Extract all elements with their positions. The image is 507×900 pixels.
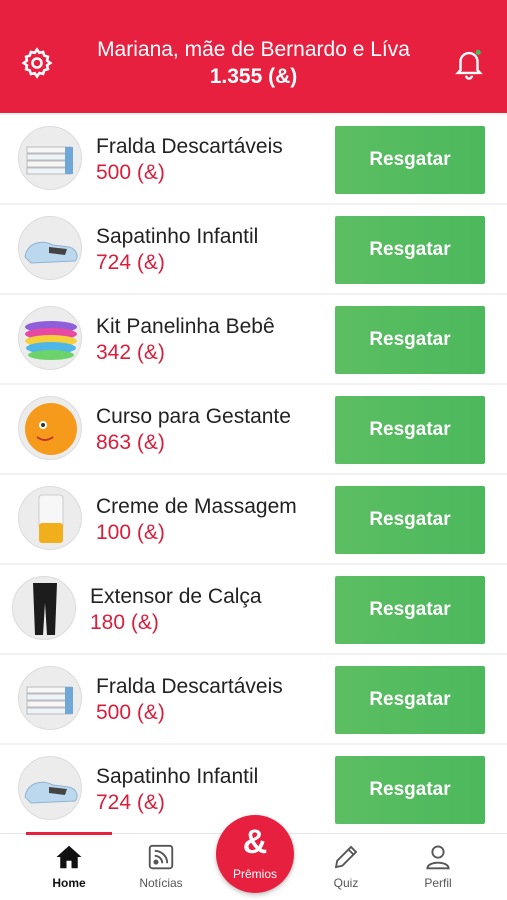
app-header: Mariana, mãe de Bernardo e Líva 1.355 (&… — [0, 0, 507, 113]
redeem-button[interactable]: Resgatar — [335, 396, 485, 464]
reward-price: 342 (&) — [96, 341, 165, 364]
redeem-button[interactable]: Resgatar — [335, 126, 485, 194]
reward-name: Sapatinho Infantil — [96, 225, 259, 248]
reward-name: Sapatinho Infantil — [96, 765, 259, 788]
news-feed-icon — [148, 844, 174, 870]
redeem-button[interactable]: Resgatar — [335, 666, 485, 734]
orange-ball-image — [18, 396, 82, 460]
reward-item: Curso para Gestante 863 (&) Resgatar — [0, 385, 507, 473]
cream-bottle-image — [18, 486, 82, 550]
reward-name: Extensor de Calça — [90, 585, 262, 608]
reward-name: Curso para Gestante — [96, 405, 291, 428]
baby-shoe-image — [18, 756, 82, 820]
reward-item: Sapatinho Infantil 724 (&) Resgatar — [0, 205, 507, 293]
diapers-image — [18, 666, 82, 730]
reward-item: Extensor de Calça 180 (&) Resgatar — [0, 565, 507, 653]
profile-person-icon — [426, 845, 450, 870]
redeem-button[interactable]: Resgatar — [335, 306, 485, 374]
premios-ampersand-icon: & — [242, 823, 268, 861]
user-greeting: Mariana, mãe de Bernardo e Líva — [97, 38, 410, 61]
pencil-icon — [334, 845, 358, 869]
redeem-button[interactable]: Resgatar — [335, 216, 485, 284]
reward-price: 180 (&) — [90, 611, 159, 634]
tab-label: Prêmios — [232, 867, 277, 881]
tab-label: Home — [52, 876, 86, 890]
reward-price: 724 (&) — [96, 791, 165, 814]
reward-price: 863 (&) — [96, 431, 165, 454]
reward-item: Fralda Descartáveis 500 (&) Resgatar — [0, 115, 507, 203]
reward-name: Kit Panelinha Bebê — [96, 315, 275, 338]
reward-price: 500 (&) — [96, 701, 165, 724]
reward-price: 500 (&) — [96, 161, 165, 184]
tab-noticias[interactable]: Notícias — [116, 834, 206, 900]
reward-item: Fralda Descartáveis 500 (&) Resgatar — [0, 655, 507, 743]
points-balance: 1.355 (&) — [209, 65, 298, 88]
reward-name: Creme de Massagem — [96, 495, 297, 518]
tab-perfil[interactable]: Perfil — [393, 834, 483, 900]
bowls-image — [18, 306, 82, 370]
leggings-image — [12, 576, 76, 640]
tab-label: Notícias — [139, 876, 183, 890]
tab-premios[interactable]: & Prêmios — [216, 815, 294, 893]
active-tab-indicator — [26, 832, 112, 835]
reward-price: 724 (&) — [96, 251, 165, 274]
redeem-button[interactable]: Resgatar — [335, 756, 485, 824]
reward-item: Creme de Massagem 100 (&) Resgatar — [0, 475, 507, 563]
rewards-list[interactable]: Fralda Descartáveis 500 (&) Resgatar Sap… — [0, 113, 507, 833]
reward-name: Fralda Descartáveis — [96, 135, 283, 158]
reward-name: Fralda Descartáveis — [96, 675, 283, 698]
settings-gear-icon[interactable] — [20, 46, 54, 80]
baby-shoe-image — [18, 216, 82, 280]
redeem-button[interactable]: Resgatar — [335, 486, 485, 554]
redeem-button[interactable]: Resgatar — [335, 576, 485, 644]
tab-label: Quiz — [333, 876, 359, 890]
diapers-image — [18, 126, 82, 190]
reward-item: Kit Panelinha Bebê 342 (&) Resgatar — [0, 295, 507, 383]
notification-bell-icon[interactable] — [452, 46, 486, 80]
tab-label: Perfil — [424, 876, 452, 890]
reward-price: 100 (&) — [96, 521, 165, 544]
home-icon — [56, 845, 82, 869]
tab-home[interactable]: Home — [24, 832, 114, 900]
tab-quiz[interactable]: Quiz — [301, 834, 391, 900]
